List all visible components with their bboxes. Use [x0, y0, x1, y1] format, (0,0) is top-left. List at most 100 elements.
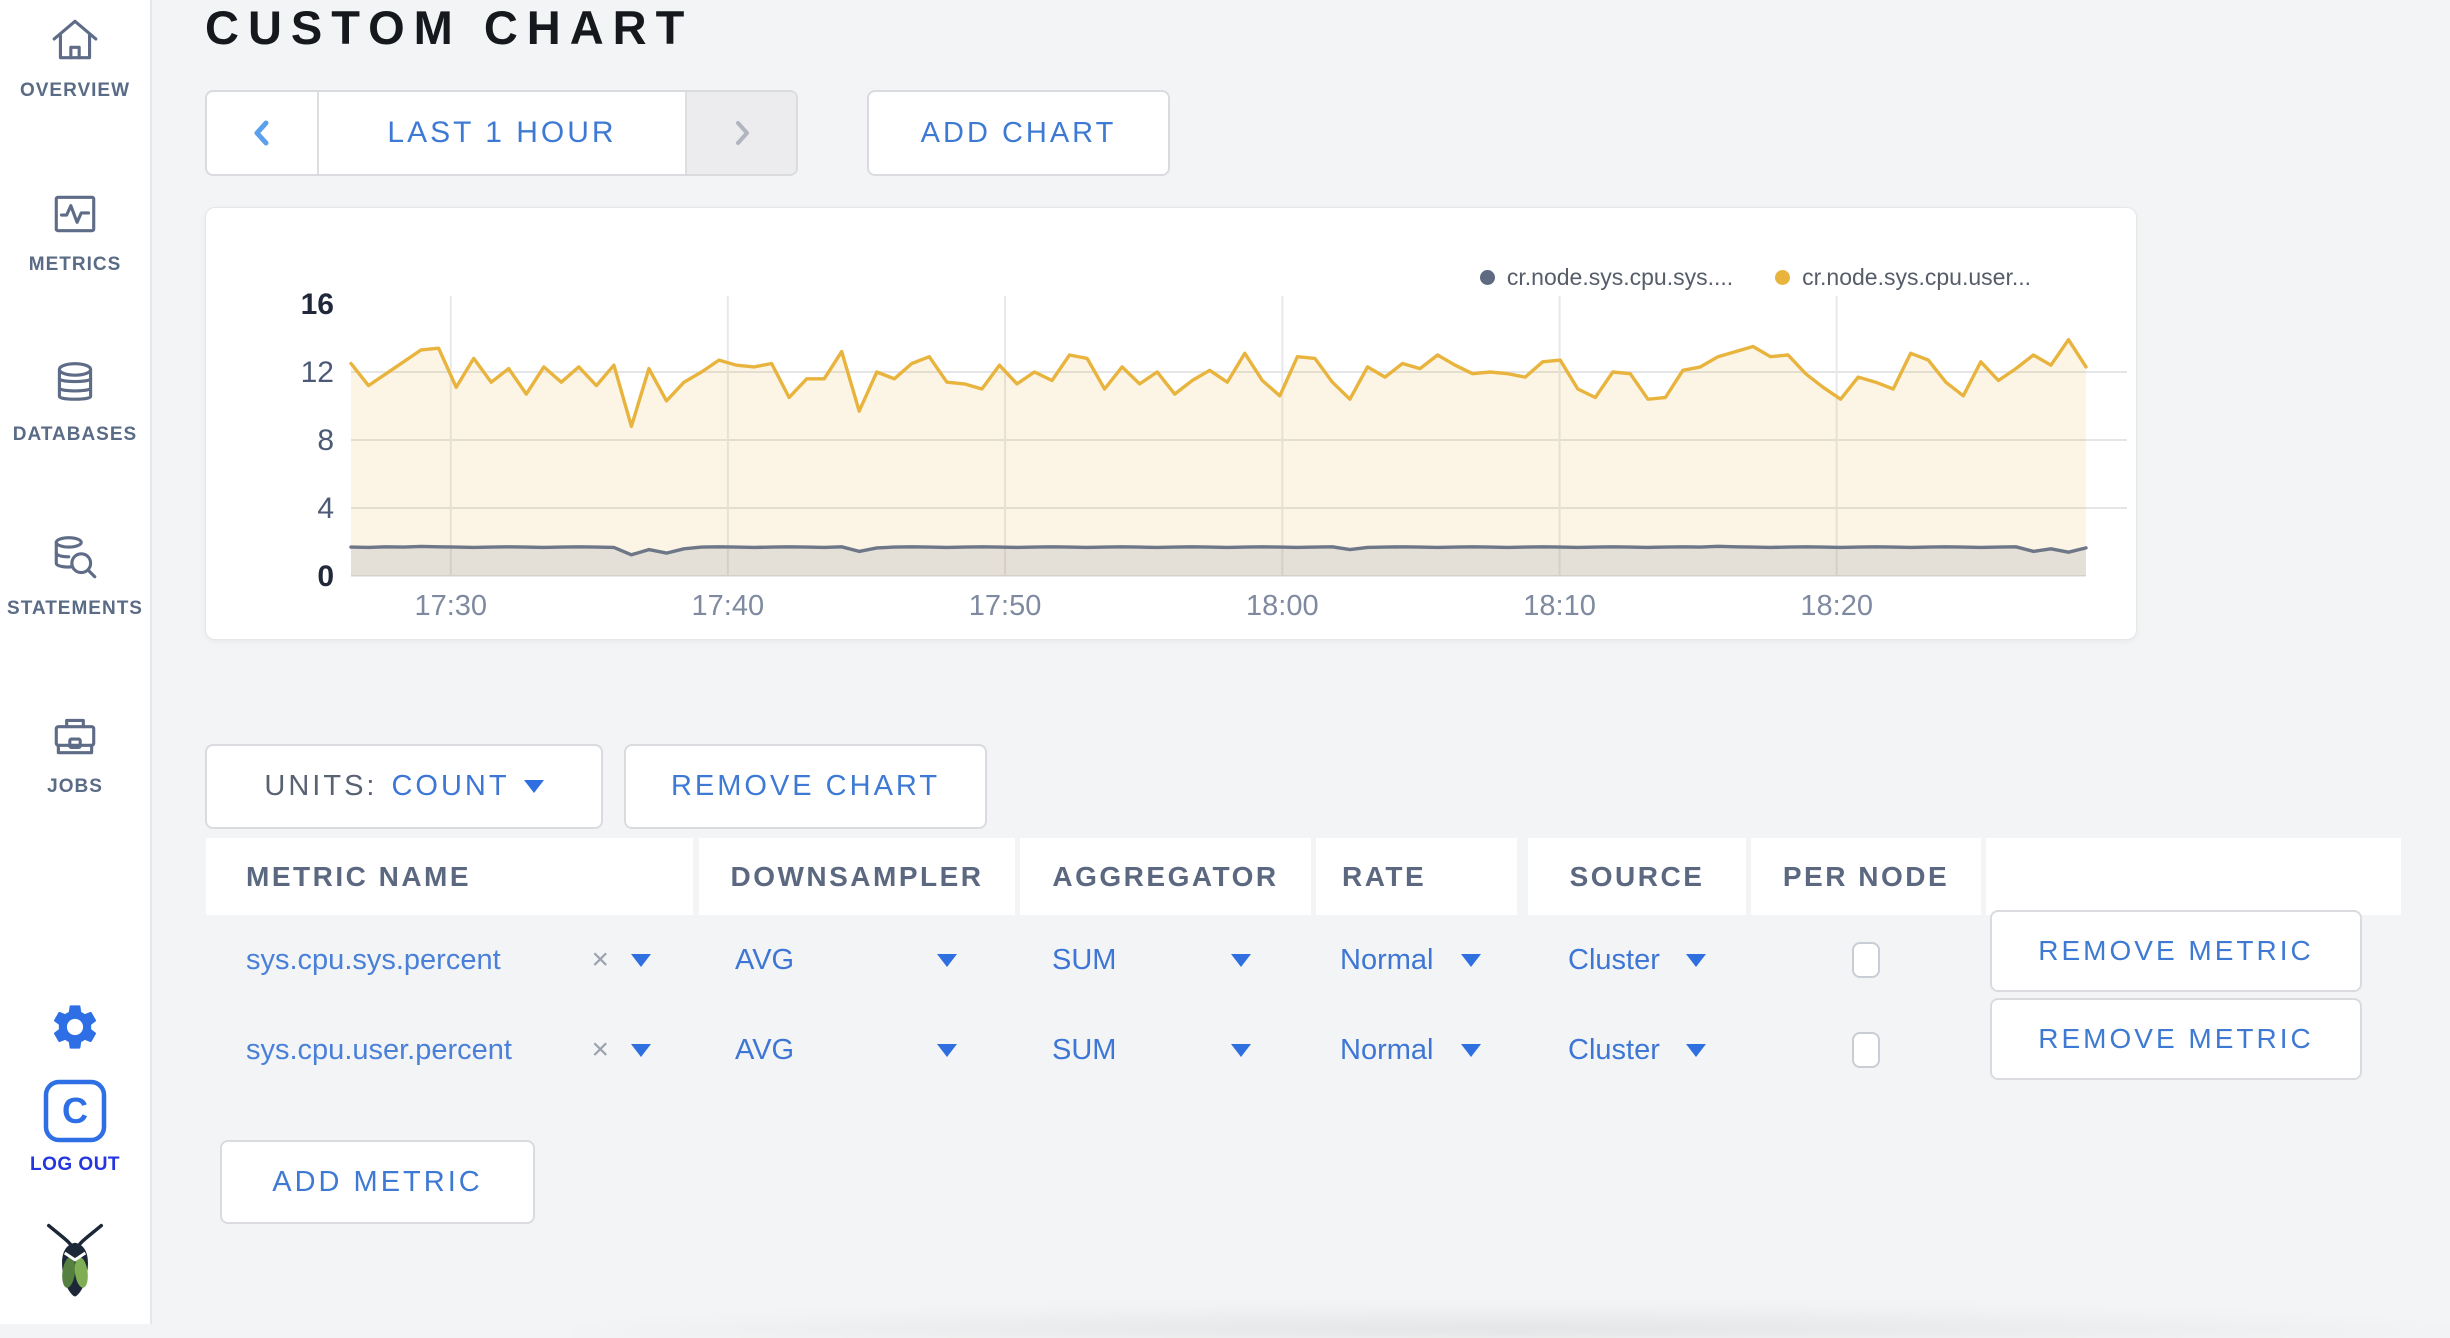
sidebar-item-label: OVERVIEW — [20, 80, 130, 102]
per-node-cell — [1751, 915, 1981, 1005]
time-next-button[interactable] — [685, 92, 796, 174]
sidebar-item-label: DATABASES — [13, 424, 137, 446]
units-value: COUNT — [391, 770, 509, 803]
legend-item-sys[interactable]: cr.node.sys.cpu.sys.... — [1480, 264, 1733, 291]
sidebar-item-label: JOBS — [47, 776, 103, 798]
chevron-left-icon — [251, 118, 273, 148]
downsampler-value: AVG — [735, 944, 794, 977]
sidebar: OVERVIEW METRICS DATABASES — [0, 0, 152, 1324]
svg-text:17:50: 17:50 — [969, 590, 1042, 622]
settings-button[interactable] — [0, 1000, 150, 1054]
col-header-rate: RATE — [1316, 838, 1517, 915]
units-label: UNITS: — [264, 770, 377, 803]
logout-label: LOG OUT — [30, 1154, 120, 1176]
sidebar-item-databases[interactable]: DATABASES — [0, 358, 150, 446]
chevron-down-icon — [1231, 954, 1251, 967]
per-node-checkbox[interactable] — [1852, 942, 1880, 978]
main-content: CUSTOM CHART LAST 1 HOUR ADD CHART cr.no… — [154, 0, 2450, 1324]
sidebar-item-statements[interactable]: STATEMENTS — [0, 532, 150, 620]
source-select[interactable]: Cluster — [1528, 915, 1746, 1005]
source-value: Cluster — [1568, 1034, 1660, 1067]
rate-select[interactable]: Normal — [1316, 915, 1517, 1005]
cockroach-bug-icon — [43, 1222, 107, 1300]
svg-text:C: C — [62, 1090, 88, 1131]
chart-card: cr.node.sys.cpu.sys.... cr.node.sys.cpu.… — [205, 207, 2137, 640]
source-select[interactable]: Cluster — [1528, 1005, 1746, 1095]
svg-text:17:30: 17:30 — [414, 590, 487, 622]
remove-metric-button[interactable]: REMOVE METRIC — [1990, 998, 2362, 1080]
svg-text:18:10: 18:10 — [1523, 590, 1596, 622]
metric-name-value: sys.cpu.user.percent — [246, 1034, 512, 1067]
clear-icon[interactable]: × — [591, 943, 609, 977]
metric-name-select[interactable]: sys.cpu.sys.percent × — [206, 915, 693, 1005]
per-node-checkbox[interactable] — [1852, 1032, 1880, 1068]
legend-dot-user — [1775, 270, 1790, 285]
downsampler-select[interactable]: AVG — [699, 1005, 1015, 1095]
chart-legend: cr.node.sys.cpu.sys.... cr.node.sys.cpu.… — [1480, 264, 2031, 291]
time-prev-button[interactable] — [207, 92, 319, 174]
aggregator-select[interactable]: SUM — [1020, 1005, 1311, 1095]
aggregator-value: SUM — [1052, 1034, 1116, 1067]
svg-text:0: 0 — [317, 560, 334, 593]
downsampler-value: AVG — [735, 1034, 794, 1067]
legend-item-user[interactable]: cr.node.sys.cpu.user... — [1775, 264, 2031, 291]
time-range-selector: LAST 1 HOUR — [205, 90, 798, 176]
col-header-source: SOURCE — [1528, 838, 1746, 915]
per-node-cell — [1751, 1005, 1981, 1095]
svg-text:12: 12 — [301, 356, 334, 389]
clear-icon[interactable]: × — [591, 1033, 609, 1067]
remove-chart-button[interactable]: REMOVE CHART — [624, 744, 987, 829]
chevron-down-icon — [1461, 1044, 1481, 1057]
sidebar-item-label: STATEMENTS — [7, 598, 143, 620]
aggregator-value: SUM — [1052, 944, 1116, 977]
svg-text:8: 8 — [317, 424, 334, 457]
col-header-per-node: PER NODE — [1751, 838, 1981, 915]
col-header-metric-name: METRIC NAME — [206, 838, 693, 915]
svg-text:18:00: 18:00 — [1246, 590, 1319, 622]
col-header-downsampler: DOWNSAMPLER — [699, 838, 1015, 915]
remove-metric-button[interactable]: REMOVE METRIC — [1990, 910, 2362, 992]
metric-name-value: sys.cpu.sys.percent — [246, 944, 501, 977]
col-header-aggregator: AGGREGATOR — [1020, 838, 1311, 915]
cockroach-c-icon: C — [42, 1078, 108, 1144]
sidebar-item-jobs[interactable]: JOBS — [0, 710, 150, 798]
chevron-down-icon — [1461, 954, 1481, 967]
metrics-icon — [49, 188, 101, 240]
statements-icon — [49, 532, 101, 584]
metric-name-select[interactable]: sys.cpu.user.percent × — [206, 1005, 693, 1095]
units-dropdown[interactable]: UNITS: COUNT — [205, 744, 603, 829]
downsampler-select[interactable]: AVG — [699, 915, 1015, 1005]
logout-button[interactable]: C LOG OUT — [0, 1078, 150, 1176]
chevron-down-icon — [1231, 1044, 1251, 1057]
chevron-down-icon — [1686, 954, 1706, 967]
aggregator-select[interactable]: SUM — [1020, 915, 1311, 1005]
col-header-actions — [1986, 838, 2401, 915]
sidebar-item-overview[interactable]: OVERVIEW — [0, 14, 150, 102]
rate-value: Normal — [1340, 1034, 1433, 1067]
cockroach-logo — [0, 1222, 150, 1300]
time-range-label[interactable]: LAST 1 HOUR — [319, 92, 685, 174]
chevron-right-icon — [731, 118, 753, 148]
svg-text:18:20: 18:20 — [1800, 590, 1873, 622]
add-metric-button[interactable]: ADD METRIC — [220, 1140, 535, 1224]
home-icon — [49, 14, 101, 66]
chevron-down-icon — [1686, 1044, 1706, 1057]
sidebar-item-label: METRICS — [29, 254, 122, 276]
svg-text:16: 16 — [301, 288, 334, 321]
add-chart-button[interactable]: ADD CHART — [867, 90, 1170, 176]
legend-label: cr.node.sys.cpu.sys.... — [1507, 264, 1733, 291]
chevron-down-icon[interactable] — [631, 1044, 651, 1057]
rate-value: Normal — [1340, 944, 1433, 977]
source-value: Cluster — [1568, 944, 1660, 977]
chevron-down-icon — [524, 780, 544, 793]
chevron-down-icon — [937, 1044, 957, 1057]
svg-text:4: 4 — [317, 492, 334, 525]
gear-icon — [48, 1000, 102, 1054]
briefcase-icon — [49, 710, 101, 762]
sidebar-item-metrics[interactable]: METRICS — [0, 188, 150, 276]
rate-select[interactable]: Normal — [1316, 1005, 1517, 1095]
chevron-down-icon — [937, 954, 957, 967]
page-title: CUSTOM CHART — [205, 0, 693, 55]
chevron-down-icon[interactable] — [631, 954, 651, 967]
scroll-shadow — [574, 1302, 2450, 1338]
